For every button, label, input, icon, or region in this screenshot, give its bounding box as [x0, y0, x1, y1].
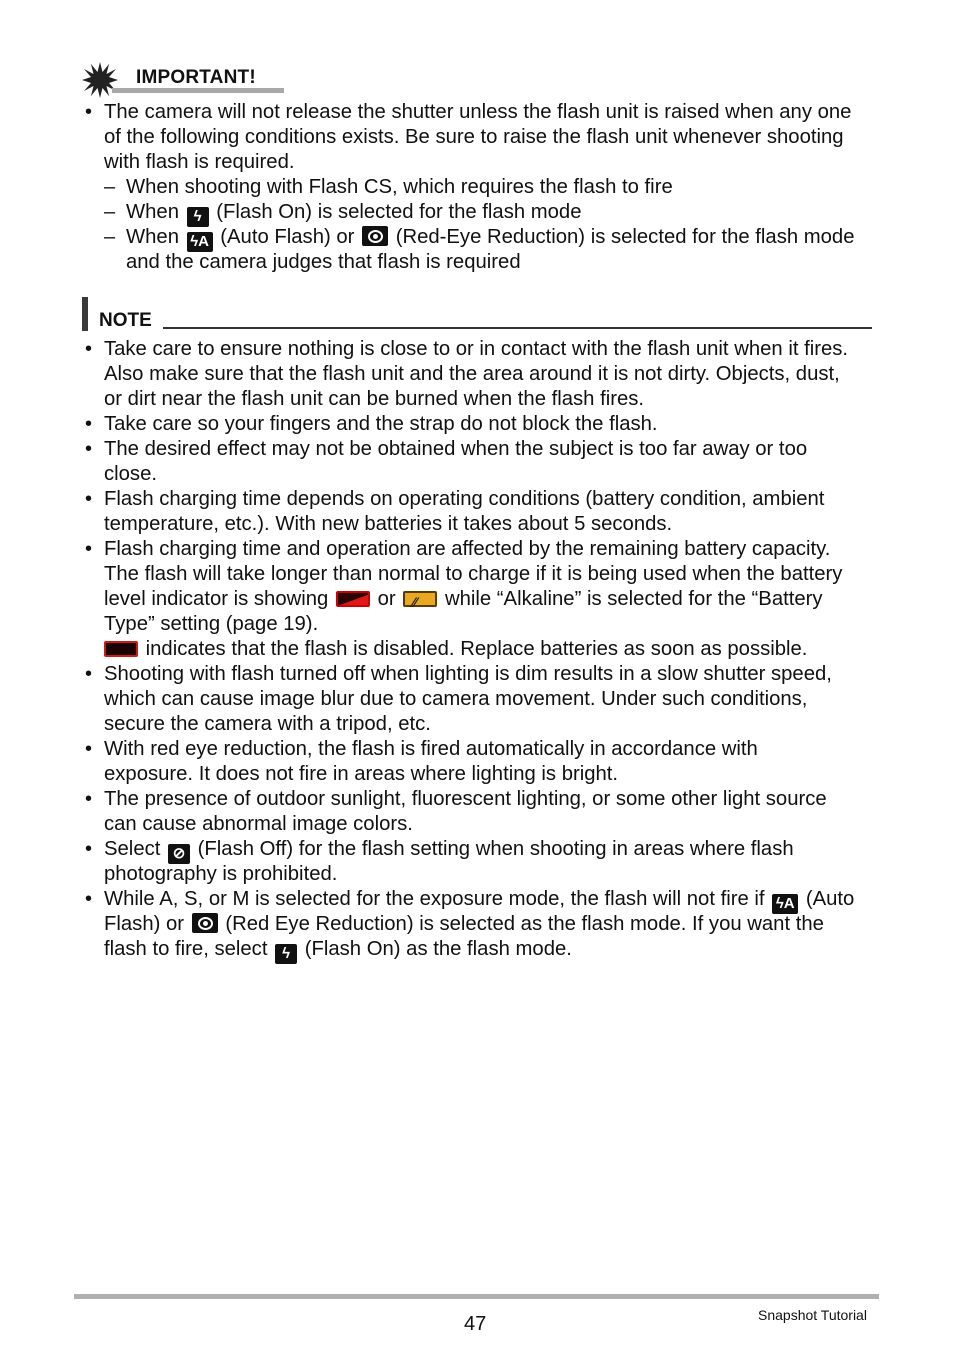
note-text-line: secure the camera with a tripod, etc.: [104, 713, 431, 735]
note-text-line: or dirt near the flash unit can be burne…: [104, 388, 645, 410]
bullet-marker: •: [85, 538, 93, 560]
important-subitem: When ϟA (Auto Flash) or (Red-Eye Reducti…: [126, 225, 855, 252]
note-text-line: temperature, etc.). With new batteries i…: [104, 513, 673, 535]
important-text-line: The camera will not release the shutter …: [104, 101, 852, 123]
note-text-line: Select ⊘ (Flash Off) for the flash setti…: [104, 837, 794, 864]
page-number: 47: [464, 1313, 487, 1335]
note-text-line: With red eye reduction, the flash is fir…: [104, 738, 758, 760]
note-text: while “Alkaline” is selected for the “Ba…: [444, 588, 823, 610]
battery-low-red-icon: [335, 591, 370, 607]
bullet-marker: •: [85, 738, 93, 760]
important-subitem-continued: and the camera judges that flash is requ…: [126, 251, 521, 273]
auto-flash-icon: ϟA: [186, 232, 213, 252]
bullet-marker: •: [85, 838, 93, 860]
note-underline: [163, 327, 872, 329]
note-text: While A, S, or M is selected for the exp…: [104, 888, 765, 910]
bullet-marker: •: [85, 101, 93, 123]
note-text: or: [377, 588, 396, 610]
note-marker-bar: [82, 297, 88, 331]
note-text-line: level indicator is showing or while “Alk…: [104, 587, 823, 615]
note-text-line: The presence of outdoor sunlight, fluore…: [104, 788, 827, 810]
important-text-line: of the following conditions exists. Be s…: [104, 126, 844, 148]
note-text-line: close.: [104, 463, 157, 485]
flash-on-icon: ϟ: [186, 207, 209, 227]
note-text-line: Flash) or (Red Eye Reduction) is selecte…: [104, 912, 824, 937]
note-text: (Flash Off) for the flash setting when s…: [197, 838, 794, 860]
note-text-line: which can cause image blur due to camera…: [104, 688, 808, 710]
note-text: level indicator is showing: [104, 588, 329, 610]
dash-marker: –: [104, 226, 116, 248]
note-text-line: Take care to ensure nothing is close to …: [104, 338, 849, 360]
important-text-line: with flash is required.: [104, 151, 295, 173]
subitem-text: (Auto Flash) or: [220, 226, 355, 248]
note-text-line: flash to fire, select ϟ (Flash On) as th…: [104, 937, 572, 964]
note-text-line: Also make sure that the flash unit and t…: [104, 363, 840, 385]
important-subitem: When shooting with Flash CS, which requi…: [126, 176, 673, 198]
section-label: Snapshot Tutorial: [758, 1307, 867, 1323]
note-text-line: exposure. It does not fire in areas wher…: [104, 763, 619, 785]
note-text-line: The flash will take longer than normal t…: [104, 563, 843, 585]
note-text-line: indicates that the flash is disabled. Re…: [104, 637, 807, 662]
flash-off-icon: ⊘: [168, 844, 191, 864]
bullet-marker: •: [85, 488, 93, 510]
flash-on-icon: ϟ: [275, 944, 298, 964]
note-text-line: Take care so your fingers and the strap …: [104, 413, 658, 435]
note-text-line: Flash charging time depends on operating…: [104, 488, 825, 510]
subitem-text: When: [126, 201, 179, 223]
battery-empty-icon: [104, 641, 138, 657]
note-text: indicates that the flash is disabled. Re…: [145, 638, 808, 660]
note-text-line: photography is prohibited.: [104, 863, 338, 885]
auto-flash-icon: ϟA: [772, 894, 799, 914]
red-eye-reduction-icon: [362, 226, 389, 246]
note-text-line: While A, S, or M is selected for the exp…: [104, 887, 854, 914]
note-text: Select: [104, 838, 161, 860]
subitem-text: When: [126, 226, 179, 248]
note-text: (Auto: [805, 888, 855, 910]
battery-low-yellow-icon: [403, 590, 438, 615]
dash-marker: –: [104, 201, 116, 223]
red-eye-reduction-icon: [191, 913, 218, 933]
subitem-text: (Red-Eye Reduction) is selected for the …: [395, 226, 855, 248]
note-text-line: can cause abnormal image colors.: [104, 813, 413, 835]
note-text: Flash) or: [104, 913, 185, 935]
subitem-text: (Flash On) is selected for the flash mod…: [216, 201, 582, 223]
note-text: flash to fire, select: [104, 938, 268, 960]
important-heading: IMPORTANT!: [82, 62, 284, 98]
note-text: (Red Eye Reduction) is selected as the f…: [225, 913, 824, 935]
note-text: (Flash On) as the flash mode.: [304, 938, 572, 960]
bullet-marker: •: [85, 663, 93, 685]
note-text-line: Type” setting (page 19).: [104, 613, 319, 635]
bullet-marker: •: [85, 888, 93, 910]
important-underline: [112, 88, 284, 93]
dash-marker: –: [104, 176, 116, 198]
important-title: IMPORTANT!: [136, 67, 256, 88]
note-text-line: Shooting with flash turned off when ligh…: [104, 663, 832, 685]
bullet-marker: •: [85, 788, 93, 810]
note-text-line: Flash charging time and operation are af…: [104, 538, 831, 560]
footer-divider: [74, 1294, 879, 1299]
important-subitem: When ϟ (Flash On) is selected for the fl…: [126, 200, 582, 227]
bullet-marker: •: [85, 338, 93, 360]
bullet-marker: •: [85, 413, 93, 435]
note-title: NOTE: [99, 310, 152, 331]
note-text-line: The desired effect may not be obtained w…: [104, 438, 808, 460]
bullet-marker: •: [85, 438, 93, 460]
